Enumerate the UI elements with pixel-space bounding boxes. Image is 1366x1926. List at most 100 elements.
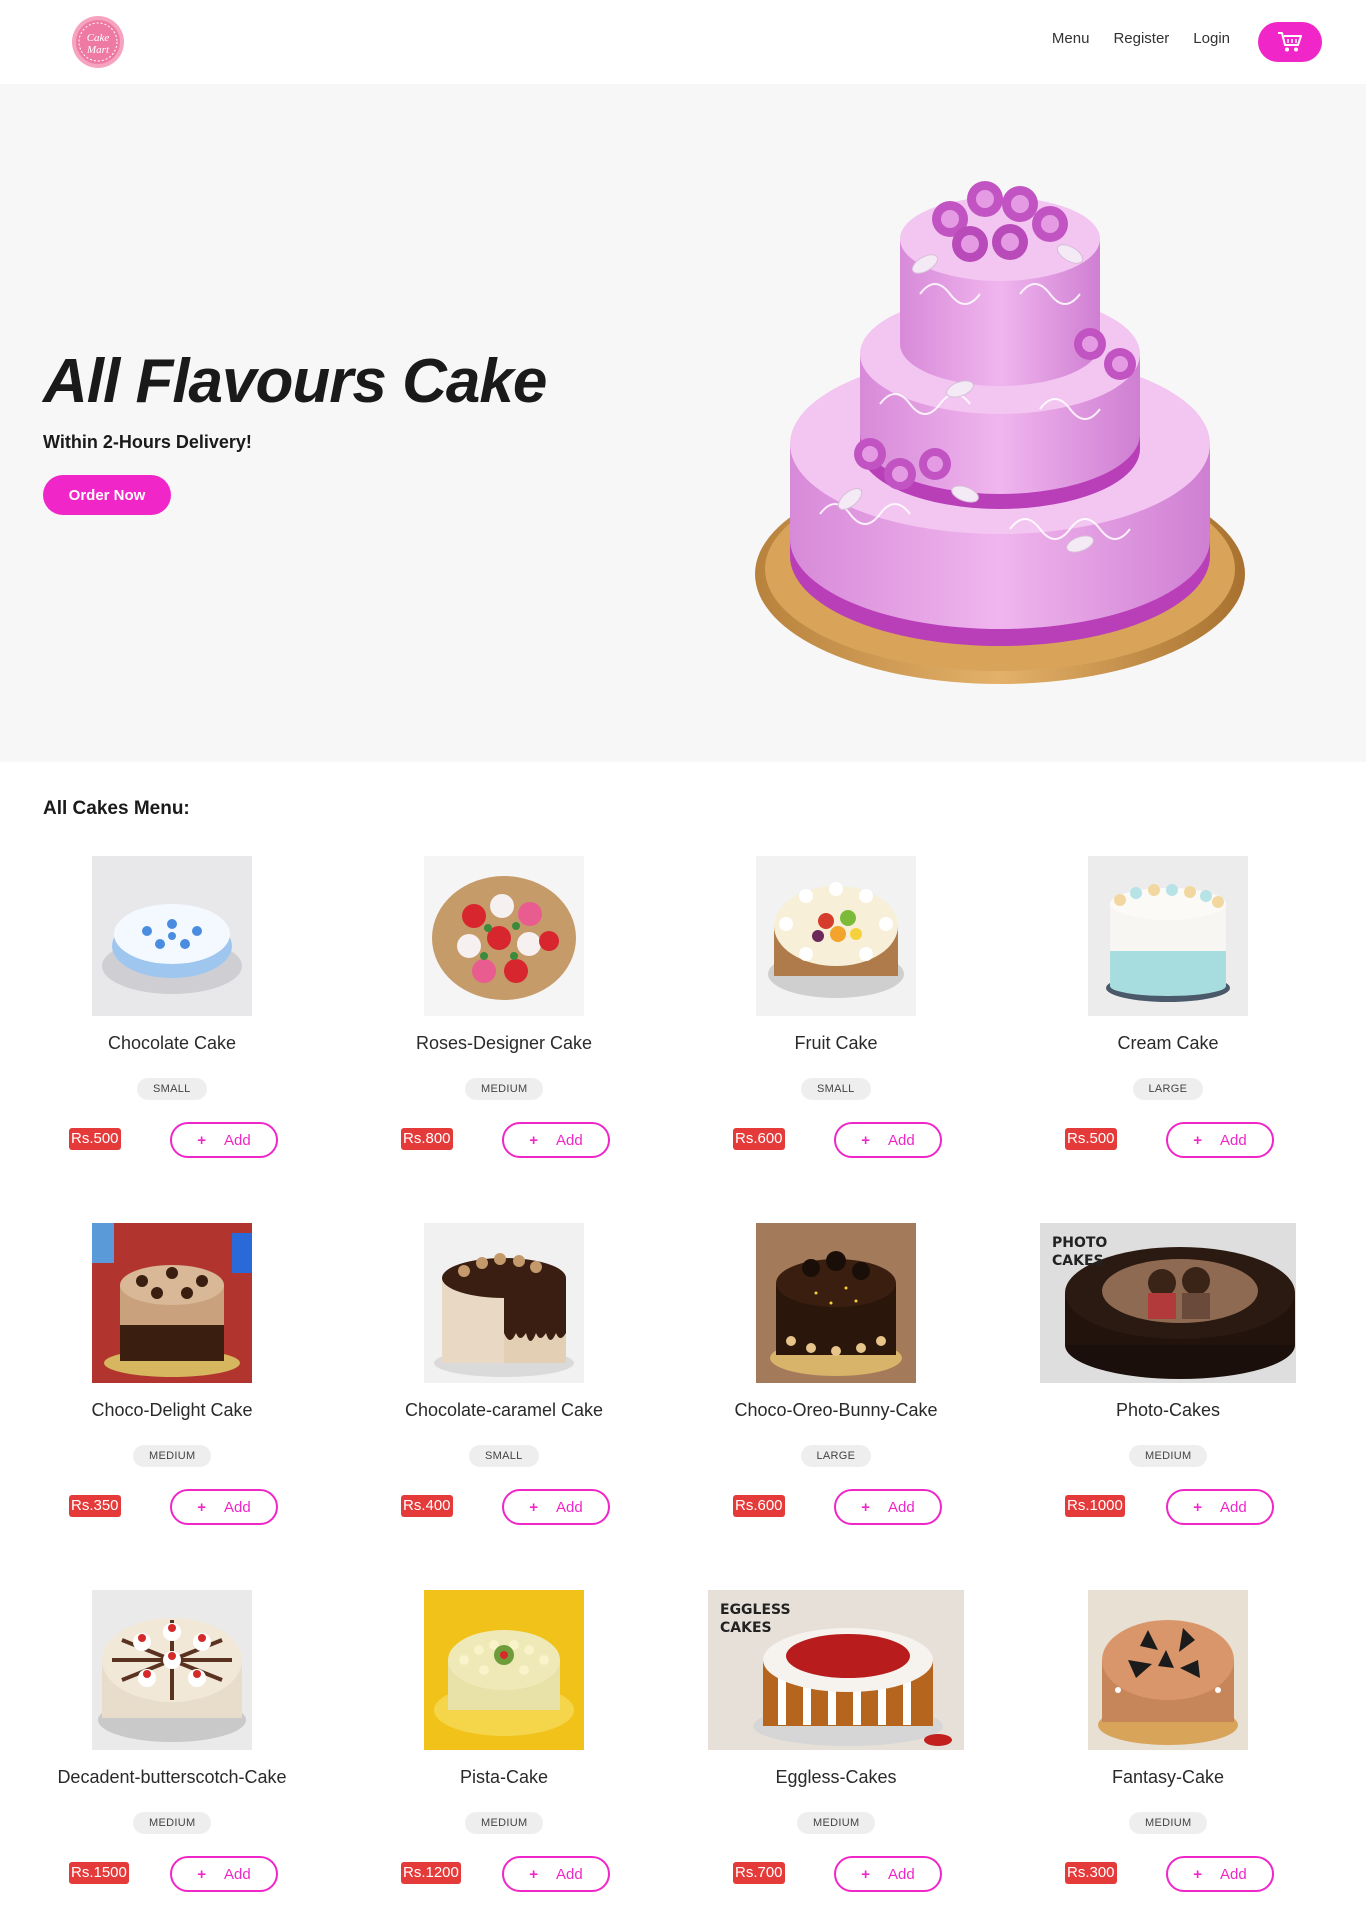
add-label: Add [1220, 1131, 1247, 1149]
price-tag: Rs.300 [1065, 1862, 1117, 1884]
cake-card: PHOTO CAKES Photo-Cakes MEDIUM Rs.1000 + Add [1007, 1223, 1339, 1563]
add-label: Add [888, 1131, 915, 1149]
cake-card: Roses-Designer Cake MEDIUM Rs.800 + Add [343, 856, 675, 1196]
size-badge: SMALL [801, 1078, 871, 1100]
add-to-cart-button[interactable]: + Add [502, 1489, 610, 1525]
cake-name: Chocolate-caramel Cake [404, 1400, 604, 1420]
size-badge: MEDIUM [1129, 1445, 1208, 1467]
cake-image[interactable]: PHOTO CAKES [1040, 1223, 1296, 1383]
size-badge: LARGE [800, 1445, 872, 1467]
add-to-cart-button[interactable]: + Add [1166, 1856, 1274, 1892]
cake-card: Decadent-butterscotch-Cake MEDIUM Rs.1500 +… [11, 1590, 343, 1926]
cake-image[interactable] [92, 1223, 252, 1383]
add-to-cart-button[interactable]: + Add [170, 1489, 278, 1525]
logo[interactable]: Cake Mart [70, 14, 126, 70]
size-badge: MEDIUM [133, 1812, 212, 1834]
nav-register-link[interactable]: Register [1113, 30, 1169, 47]
cake-name: Photo-Cakes [1115, 1400, 1221, 1420]
order-now-button[interactable]: Order Now [43, 475, 171, 515]
price-tag: Rs.500 [69, 1128, 121, 1150]
svg-text:PHOTO: PHOTO [1052, 1235, 1107, 1251]
cake-card: Cream Cake LARGE Rs.500 + Add [1007, 856, 1339, 1196]
plus-icon: + [529, 1865, 539, 1883]
plus-icon: + [529, 1498, 539, 1516]
size-badge: MEDIUM [797, 1812, 876, 1834]
plus-icon: + [1193, 1498, 1203, 1516]
add-label: Add [888, 1865, 915, 1883]
add-to-cart-button[interactable]: + Add [1166, 1122, 1274, 1158]
size-badge: SMALL [137, 1078, 207, 1100]
cake-card: EGGLESS CAKES Eggless-Cakes MEDIUM Rs.700 + Ad… [675, 1590, 1007, 1926]
add-label: Add [224, 1865, 251, 1883]
nav-login-link[interactable]: Login [1193, 30, 1230, 47]
cake-card: Choco-Oreo-Bunny-Cake LARGE Rs.600 + Add [675, 1223, 1007, 1563]
add-to-cart-button[interactable]: + Add [170, 1856, 278, 1892]
cake-image[interactable] [424, 1223, 584, 1383]
price-tag: Rs.500 [1065, 1128, 1117, 1150]
hero-subtitle: Within 2-Hours Delivery! [43, 432, 252, 452]
cake-card: Pista-Cake MEDIUM Rs.1200 + Add [343, 1590, 675, 1926]
add-to-cart-button[interactable]: + Add [1166, 1489, 1274, 1525]
add-to-cart-button[interactable]: + Add [502, 1122, 610, 1158]
add-to-cart-button[interactable]: + Add [834, 1856, 942, 1892]
cart-button[interactable] [1258, 22, 1322, 62]
cake-image[interactable] [92, 856, 252, 1016]
add-label: Add [556, 1865, 583, 1883]
size-badge: MEDIUM [1129, 1812, 1208, 1834]
cake-name: Decadent-butterscotch-Cake [57, 1767, 287, 1787]
cake-name: Fantasy-Cake [1111, 1767, 1225, 1787]
cake-image[interactable] [92, 1590, 252, 1750]
cake-image[interactable]: EGGLESS CAKES [708, 1590, 964, 1750]
add-label: Add [1220, 1865, 1247, 1883]
add-label: Add [888, 1498, 915, 1516]
size-badge: MEDIUM [465, 1812, 544, 1834]
price-tag: Rs.350 [69, 1495, 121, 1517]
svg-text:CAKES: CAKES [1052, 1253, 1104, 1269]
add-label: Add [1220, 1498, 1247, 1516]
add-to-cart-button[interactable]: + Add [502, 1856, 610, 1892]
hero-cake-image [755, 181, 1245, 684]
cake-card: Fruit Cake SMALL Rs.600 + Add [675, 856, 1007, 1196]
svg-text:CAKES: CAKES [720, 1620, 772, 1636]
cake-image[interactable] [756, 856, 916, 1016]
cake-image[interactable] [424, 1590, 584, 1750]
cake-card: Choco-Delight Cake MEDIUM Rs.350 + Add [11, 1223, 343, 1563]
plus-icon: + [529, 1131, 539, 1149]
cake-name: Chocolate Cake [107, 1033, 237, 1053]
size-badge: MEDIUM [465, 1078, 544, 1100]
cake-name: Fruit Cake [794, 1033, 878, 1053]
plus-icon: + [861, 1131, 871, 1149]
logo-text-1: Cake [87, 32, 110, 44]
menu-section-title: All Cakes Menu: [43, 798, 190, 819]
price-tag: Rs.400 [401, 1495, 453, 1517]
cake-image[interactable] [756, 1223, 916, 1383]
add-label: Add [556, 1498, 583, 1516]
price-tag: Rs.700 [733, 1862, 785, 1884]
cake-name: Choco-Oreo-Bunny-Cake [734, 1400, 938, 1420]
cake-card: Chocolate Cake SMALL Rs.500 + Add [11, 856, 343, 1196]
size-badge: SMALL [469, 1445, 539, 1467]
cake-image[interactable] [1088, 856, 1248, 1016]
add-to-cart-button[interactable]: + Add [834, 1122, 942, 1158]
nav-menu-link[interactable]: Menu [1052, 30, 1090, 47]
add-label: Add [224, 1131, 251, 1149]
plus-icon: + [861, 1498, 871, 1516]
cake-name: Roses-Designer Cake [415, 1033, 593, 1053]
add-label: Add [556, 1131, 583, 1149]
size-badge: LARGE [1132, 1078, 1204, 1100]
hero-title: All Flavours Cake [43, 347, 547, 416]
cake-image[interactable] [1088, 1590, 1248, 1750]
price-tag: Rs.600 [733, 1495, 785, 1517]
price-tag: Rs.1500 [69, 1862, 129, 1884]
cake-name: Cream Cake [1117, 1033, 1219, 1053]
add-to-cart-button[interactable]: + Add [170, 1122, 278, 1158]
price-tag: Rs.600 [733, 1128, 785, 1150]
price-tag: Rs.1000 [1065, 1495, 1125, 1517]
plus-icon: + [197, 1498, 207, 1516]
size-badge: MEDIUM [133, 1445, 212, 1467]
add-to-cart-button[interactable]: + Add [834, 1489, 942, 1525]
plus-icon: + [1193, 1865, 1203, 1883]
cake-image[interactable] [424, 856, 584, 1016]
price-tag: Rs.800 [401, 1128, 453, 1150]
cart-icon [1278, 32, 1302, 52]
